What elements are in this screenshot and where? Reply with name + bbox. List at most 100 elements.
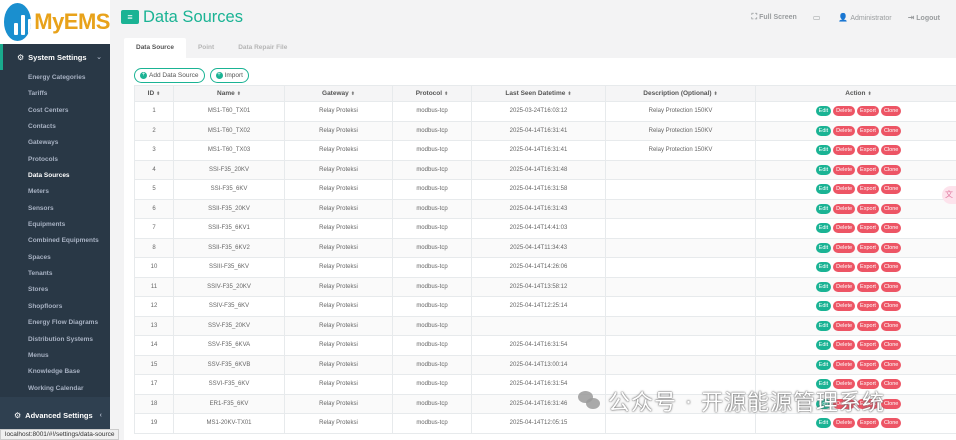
delete-button[interactable]: Delete xyxy=(833,145,856,156)
export-button[interactable]: Export xyxy=(857,203,879,214)
clone-button[interactable]: Clone xyxy=(880,301,902,312)
edit-button[interactable]: Edit xyxy=(815,242,832,253)
export-button[interactable]: Export xyxy=(857,164,879,175)
clone-button[interactable]: Clone xyxy=(880,106,902,117)
tab-data-repair-file[interactable]: Data Repair File xyxy=(226,38,299,58)
clone-button[interactable]: Clone xyxy=(880,184,902,195)
delete-button[interactable]: Delete xyxy=(833,359,856,370)
export-button[interactable]: Export xyxy=(857,184,879,195)
sidebar-item[interactable]: Tenants xyxy=(0,266,110,282)
sidebar-item[interactable]: Protocols xyxy=(0,152,110,168)
delete-button[interactable]: Delete xyxy=(833,242,856,253)
sidebar-item[interactable]: Stores xyxy=(0,282,110,298)
sidebar-item[interactable]: Equipments xyxy=(0,217,110,233)
export-button[interactable]: Export xyxy=(857,359,879,370)
clone-button[interactable]: Clone xyxy=(880,164,902,175)
sidebar-item[interactable]: Sensors xyxy=(0,201,110,217)
monitor-button[interactable]: ▭ xyxy=(813,13,823,22)
sidebar-item[interactable]: Data Sources xyxy=(0,168,110,184)
delete-button[interactable]: Delete xyxy=(833,340,856,351)
delete-button[interactable]: Delete xyxy=(833,164,856,175)
full-screen-button[interactable]: ⛶ Full Screen xyxy=(751,12,796,22)
clone-button[interactable]: Clone xyxy=(880,223,902,234)
edit-button[interactable]: Edit xyxy=(815,418,832,429)
edit-button[interactable]: Edit xyxy=(815,301,832,312)
sidebar-item[interactable]: Shopfloors xyxy=(0,299,110,315)
edit-button[interactable]: Edit xyxy=(815,223,832,234)
sidebar-item[interactable]: Meters xyxy=(0,184,110,200)
delete-button[interactable]: Delete xyxy=(833,281,856,292)
sidebar-item[interactable]: Menus xyxy=(0,348,110,364)
export-button[interactable]: Export xyxy=(857,320,879,331)
column-header[interactable]: Gateway ⬍ xyxy=(284,85,393,102)
user-menu[interactable]: 👤 Administrator xyxy=(838,13,891,22)
logout-button[interactable]: ⇥ Logout xyxy=(908,13,940,22)
sidebar-item[interactable]: Gateways xyxy=(0,135,110,151)
side-panel-handle[interactable]: 文 xyxy=(942,186,956,204)
delete-button[interactable]: Delete xyxy=(833,262,856,273)
tab-data-source[interactable]: Data Source xyxy=(124,38,186,58)
clone-button[interactable]: Clone xyxy=(880,125,902,136)
clone-button[interactable]: Clone xyxy=(880,281,902,292)
edit-button[interactable]: Edit xyxy=(815,145,832,156)
sidebar-item[interactable]: Distribution Systems xyxy=(0,332,110,348)
delete-button[interactable]: Delete xyxy=(833,301,856,312)
column-header[interactable]: Name ⬍ xyxy=(173,85,285,102)
export-button[interactable]: Export xyxy=(857,125,879,136)
clone-button[interactable]: Clone xyxy=(880,340,902,351)
nav-group-advanced-settings[interactable]: ⚙ Advanced Settings ‹ xyxy=(0,403,110,429)
export-button[interactable]: Export xyxy=(857,242,879,253)
delete-button[interactable]: Delete xyxy=(833,203,856,214)
delete-button[interactable]: Delete xyxy=(833,184,856,195)
edit-button[interactable]: Edit xyxy=(815,340,832,351)
clone-button[interactable]: Clone xyxy=(880,145,902,156)
clone-button[interactable]: Clone xyxy=(880,242,902,253)
edit-button[interactable]: Edit xyxy=(815,106,832,117)
clone-button[interactable]: Clone xyxy=(880,359,902,370)
delete-button[interactable]: Delete xyxy=(833,125,856,136)
clone-button[interactable]: Clone xyxy=(880,418,902,429)
clone-button[interactable]: Clone xyxy=(880,262,902,273)
sidebar-item[interactable]: Working Calendar xyxy=(0,381,110,397)
nav-group-system-settings[interactable]: ⚙ System Settings ⌄ xyxy=(0,44,110,70)
edit-button[interactable]: Edit xyxy=(815,184,832,195)
sidebar-item[interactable]: Cost Centers xyxy=(0,103,110,119)
edit-button[interactable]: Edit xyxy=(815,125,832,136)
add-data-source-button[interactable]: + Add Data Source xyxy=(134,68,205,83)
clone-button[interactable]: Clone xyxy=(880,320,902,331)
export-button[interactable]: Export xyxy=(857,281,879,292)
export-button[interactable]: Export xyxy=(857,223,879,234)
export-button[interactable]: Export xyxy=(857,301,879,312)
column-header[interactable]: ID ⬍ xyxy=(134,85,174,102)
edit-button[interactable]: Edit xyxy=(815,359,832,370)
sidebar-item[interactable]: Tariffs xyxy=(0,86,110,102)
sidebar-item[interactable]: Knowledge Base xyxy=(0,364,110,380)
export-button[interactable]: Export xyxy=(857,106,879,117)
edit-button[interactable]: Edit xyxy=(815,164,832,175)
sidebar-item[interactable]: Energy Flow Diagrams xyxy=(0,315,110,331)
delete-button[interactable]: Delete xyxy=(833,223,856,234)
export-button[interactable]: Export xyxy=(857,262,879,273)
clone-button[interactable]: Clone xyxy=(880,203,902,214)
brand-logo[interactable]: MyEMS xyxy=(0,0,110,44)
column-header[interactable]: Last Seen Datetime ⬍ xyxy=(471,85,606,102)
tab-point[interactable]: Point xyxy=(186,38,226,58)
export-button[interactable]: Export xyxy=(857,145,879,156)
delete-button[interactable]: Delete xyxy=(833,106,856,117)
delete-button[interactable]: Delete xyxy=(833,320,856,331)
sidebar-item[interactable]: Combined Equipments xyxy=(0,233,110,249)
sidebar-item[interactable]: Energy Categories xyxy=(0,70,110,86)
menu-toggle-button[interactable]: ≡ xyxy=(121,10,139,24)
export-button[interactable]: Export xyxy=(857,418,879,429)
edit-button[interactable]: Edit xyxy=(815,281,832,292)
import-button[interactable]: + Import xyxy=(209,68,249,83)
sidebar-item[interactable]: Spaces xyxy=(0,250,110,266)
delete-button[interactable]: Delete xyxy=(833,418,856,429)
sidebar-item[interactable]: Contacts xyxy=(0,119,110,135)
edit-button[interactable]: Edit xyxy=(815,262,832,273)
edit-button[interactable]: Edit xyxy=(815,320,832,331)
column-header[interactable]: Description (Optional) ⬍ xyxy=(605,85,756,102)
export-button[interactable]: Export xyxy=(857,340,879,351)
edit-button[interactable]: Edit xyxy=(815,203,832,214)
column-header[interactable]: Protocol ⬍ xyxy=(392,85,472,102)
